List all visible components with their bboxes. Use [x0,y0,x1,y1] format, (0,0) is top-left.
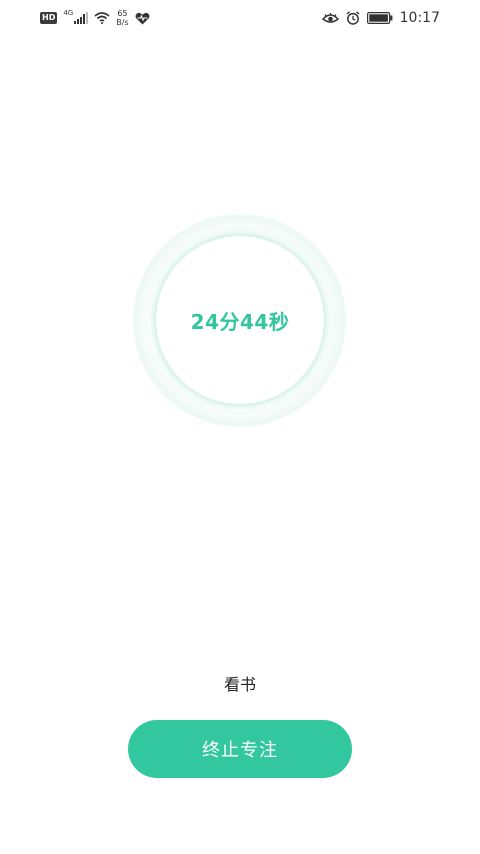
status-time: 10:17 [399,10,440,26]
signal-icon [74,12,89,24]
stop-focus-label: 终止专注 [202,740,278,761]
network-speed: 65 B/s [116,9,128,27]
status-bar: HD 4G 65 B/s 10:17 [0,0,480,34]
battery-icon [366,12,393,24]
timer-display: 24分44秒 [190,309,290,334]
alarm-icon [346,11,360,25]
eye-icon [321,12,339,24]
hd-badge: HD [40,12,58,24]
network-type: 4G [63,9,74,17]
stop-focus-button[interactable]: 终止专注 [128,720,352,778]
speed-value: 65 [117,9,128,18]
task-label: 看书 [223,675,256,694]
speed-unit: B/s [116,18,129,27]
status-bar-left: HD 4G 65 B/s [40,8,150,28]
timer-circle: 24分44秒 [156,236,324,404]
status-bar-right: 10:17 [321,8,440,28]
wifi-icon [94,12,110,24]
health-heart-icon [135,12,150,25]
